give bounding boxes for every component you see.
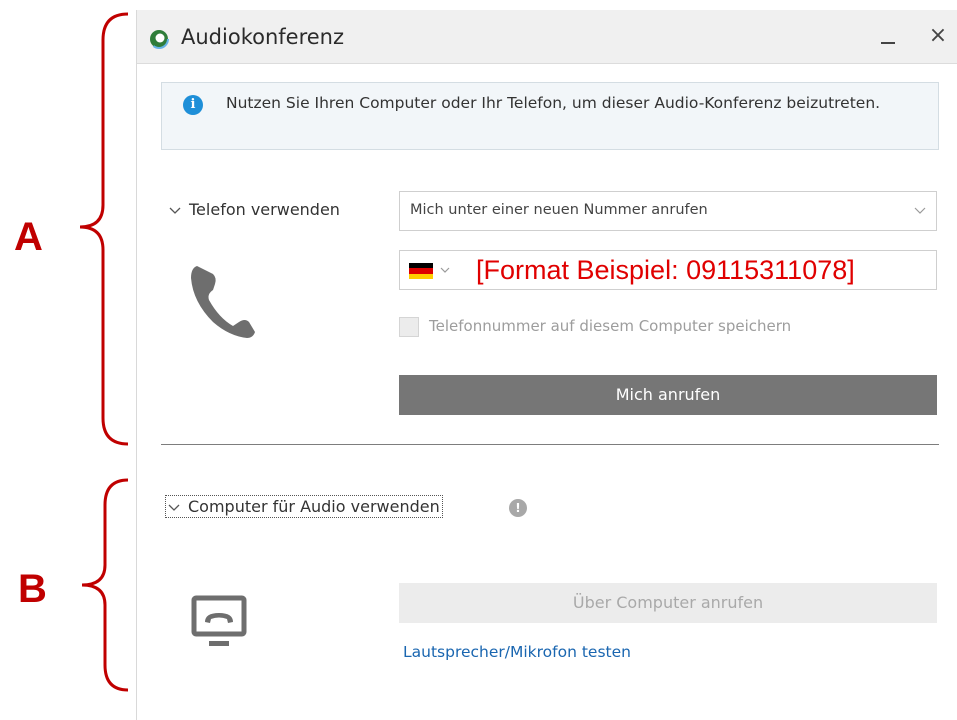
telephone-handset-icon bbox=[191, 266, 255, 338]
save-number-checkbox[interactable] bbox=[399, 317, 419, 337]
save-number-label: Telefonnummer auf diesem Computer speich… bbox=[429, 317, 792, 335]
call-via-computer-button[interactable]: Über Computer anrufen bbox=[399, 583, 937, 623]
computer-section-toggle[interactable]: Computer für Audio verwenden bbox=[165, 495, 443, 518]
info-banner: i Nutzen Sie Ihren Computer oder Ihr Tel… bbox=[161, 82, 939, 150]
phone-section-label: Telefon verwenden bbox=[189, 200, 340, 219]
close-button[interactable]: × bbox=[926, 22, 950, 50]
bracket-b bbox=[81, 478, 129, 692]
chevron-down-icon bbox=[440, 267, 450, 273]
title-bar: Audiokonferenz × bbox=[137, 10, 957, 64]
test-speaker-microphone-link[interactable]: Lautsprecher/Mikrofon testen bbox=[403, 643, 631, 661]
app-logo-icon bbox=[149, 29, 169, 49]
phone-number-input[interactable]: [Format Beispiel: 09115311078] bbox=[399, 250, 937, 290]
annotation-label-a: A bbox=[14, 215, 43, 259]
call-option-value: Mich unter einer neuen Nummer anrufen bbox=[410, 202, 708, 218]
info-text: Nutzen Sie Ihren Computer oder Ihr Telef… bbox=[226, 94, 881, 112]
help-icon[interactable]: ! bbox=[509, 499, 527, 517]
info-icon: i bbox=[183, 95, 203, 115]
audio-conference-dialog: Audiokonferenz × i Nutzen Sie Ihren Comp… bbox=[136, 10, 957, 720]
phone-number-value: [Format Beispiel: 09115311078] bbox=[476, 255, 855, 285]
call-me-button[interactable]: Mich anrufen bbox=[399, 375, 937, 415]
annotation-label-b: B bbox=[18, 567, 47, 611]
phone-section-toggle[interactable]: Telefon verwenden bbox=[169, 200, 340, 219]
chevron-down-icon bbox=[168, 504, 180, 511]
section-divider bbox=[161, 444, 939, 445]
minimize-button[interactable] bbox=[877, 26, 899, 48]
germany-flag-icon[interactable] bbox=[409, 263, 433, 280]
bracket-a bbox=[79, 12, 129, 446]
window-title: Audiokonferenz bbox=[181, 25, 344, 49]
chevron-down-icon bbox=[169, 207, 181, 214]
computer-section-label: Computer für Audio verwenden bbox=[188, 497, 440, 516]
call-option-select[interactable]: Mich unter einer neuen Nummer anrufen bbox=[399, 191, 937, 231]
chevron-down-icon bbox=[914, 207, 926, 214]
computer-call-icon bbox=[191, 595, 247, 646]
